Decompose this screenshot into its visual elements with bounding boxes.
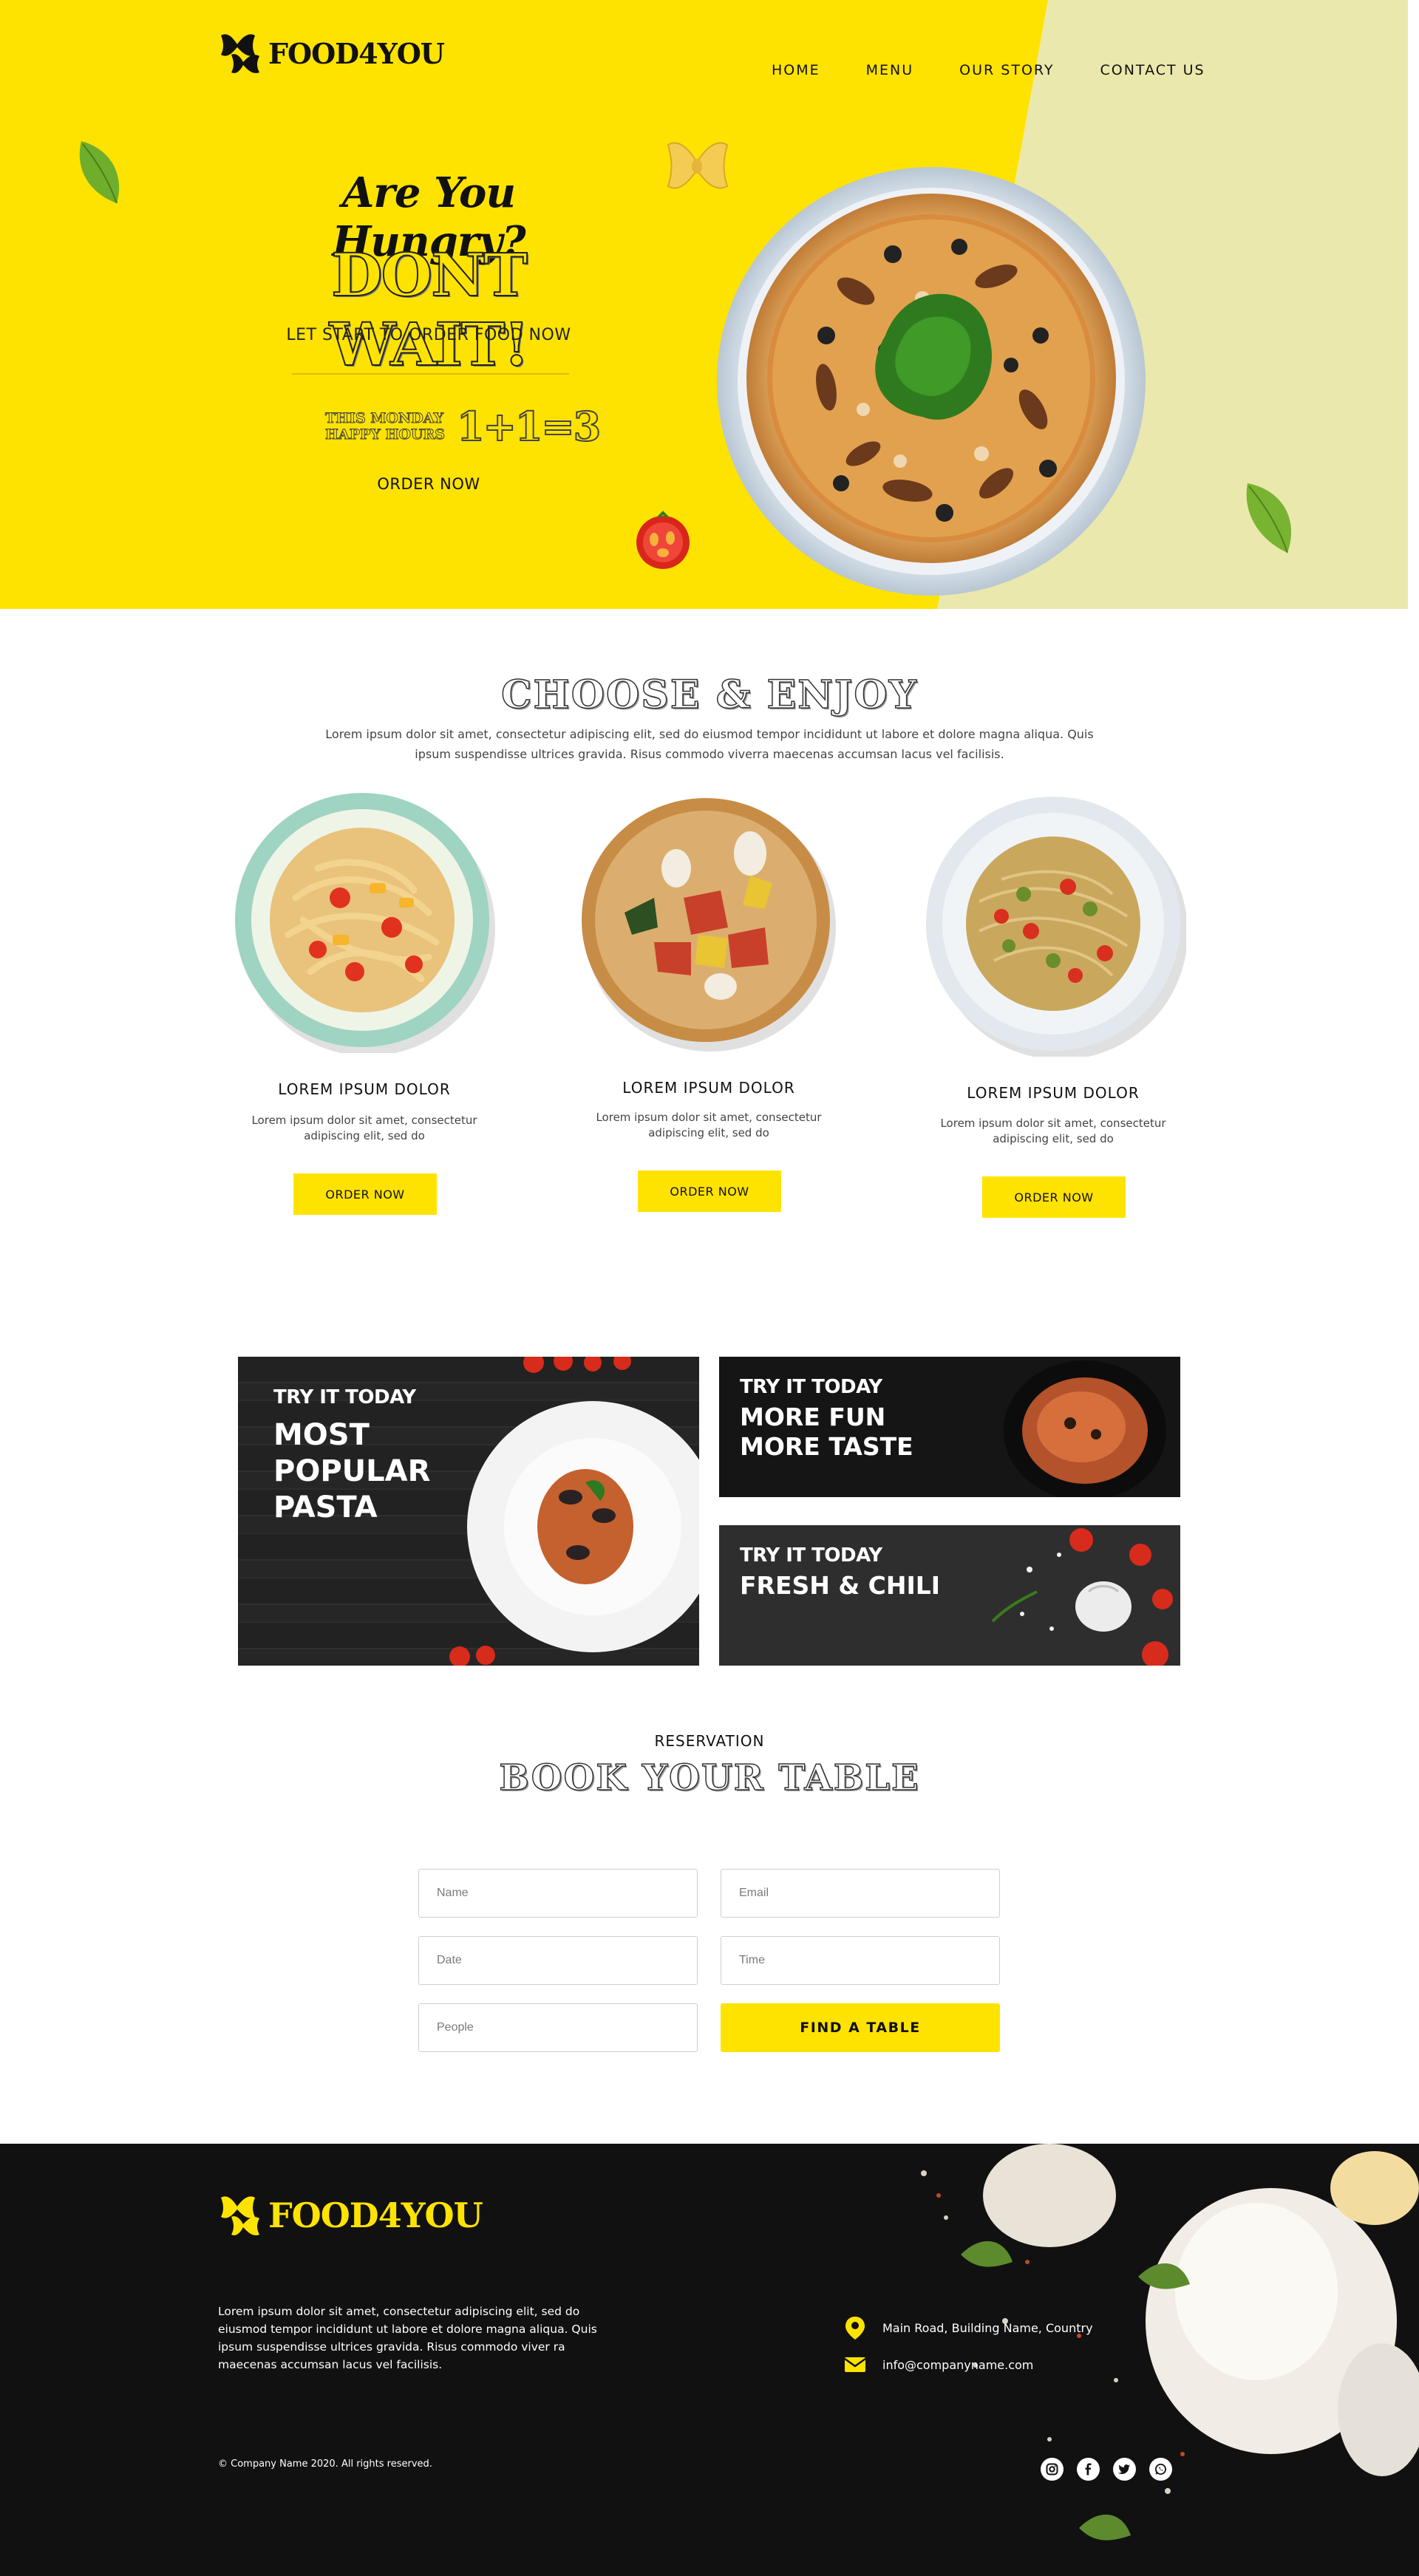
promo-line: POPULAR — [273, 1454, 431, 1488]
location-pin-icon — [845, 2317, 865, 2340]
facebook-icon[interactable] — [1077, 2458, 1100, 2481]
instagram-icon[interactable] — [1041, 2458, 1064, 2481]
promo-line: MOST — [273, 1418, 370, 1452]
nav-menu[interactable]: MENU — [866, 62, 914, 78]
time-field[interactable] — [721, 1936, 1000, 1985]
promo-headline: FRESH & CHILI — [740, 1571, 941, 1600]
main-nav: HOME MENU OUR STORY CONTACT US — [772, 62, 1205, 78]
garlic-tomatoes-image — [991, 1528, 1173, 1666]
promo-headline: MOST POPULAR PASTA — [273, 1417, 430, 1526]
dish-description: Lorem ipsum dolor sit amet, consectetur … — [596, 1111, 822, 1139]
promo-kicker: TRY IT TODAY — [273, 1386, 416, 1408]
dish-description: Lorem ipsum dolor sit amet, consectetur … — [940, 1117, 1166, 1145]
dish-title: LOREM IPSUM DOLOR — [278, 1080, 451, 1098]
promo-headline: MORE FUN MORE TASTE — [740, 1403, 913, 1462]
footer: FOOD4YOU Lorem ipsum dolor sit amet, con… — [0, 2144, 1419, 2576]
contact-address: Main Road, Building Name, Country — [844, 2315, 1093, 2340]
footer-description: Lorem ipsum dolor sit amet, consectetur … — [218, 2305, 597, 2371]
pizza-plate-image — [717, 167, 1146, 596]
contact-email[interactable]: info@companyname.com — [844, 2357, 1033, 2373]
promo-offer: 1+1=3 — [456, 402, 602, 451]
date-field[interactable] — [418, 1936, 698, 1985]
dish-order-now-button[interactable]: ORDER NOW — [982, 1176, 1126, 1218]
nav-home[interactable]: HOME — [772, 62, 820, 78]
envelope-icon — [844, 2357, 866, 2372]
hero-subtitle: LET START TO ORDER FOOD NOW — [286, 326, 571, 344]
promo-banner-more-fun[interactable]: TRY IT TODAY MORE FUN MORE TASTE — [719, 1357, 1180, 1497]
promo-kicker: TRY IT TODAY — [740, 1376, 882, 1398]
promo-banner-fresh-chili[interactable]: TRY IT TODAY FRESH & CHILI — [719, 1525, 1180, 1666]
email-field[interactable] — [721, 1869, 1000, 1918]
promo-banner-pasta[interactable]: TRY IT TODAY MOST POPULAR PASTA — [238, 1357, 699, 1666]
tomatoes-image — [449, 1646, 495, 1666]
promo-line: MORE FUN — [740, 1403, 886, 1431]
lasagna-pan-image — [1004, 1360, 1166, 1497]
happy-hours-promo: THIS MONDAY HAPPY HOURS 1+1=3 — [324, 402, 602, 451]
hero-section: FOOD4YOU HOME MENU OUR STORY CONTACT US … — [0, 0, 1408, 609]
find-table-button[interactable]: FIND A TABLE — [721, 2003, 1000, 2052]
choose-description: Lorem ipsum dolor sit amet, consectetur … — [325, 727, 1094, 761]
reservation-kicker: RESERVATION — [654, 1732, 765, 1750]
spaghetti-plate-image — [926, 797, 1186, 1057]
basil-leaf-icon — [1246, 483, 1292, 553]
reservation-title: BOOK YOUR TABLE — [499, 1756, 920, 1799]
bruschetta-image — [582, 798, 836, 1052]
pasta-dish-image — [467, 1401, 699, 1652]
address-text: Main Road, Building Name, Country — [882, 2320, 1093, 2335]
choose-title: CHOOSE & ENJOY — [500, 672, 918, 718]
tomato-slice-icon — [636, 511, 690, 569]
brand-name: FOOD4YOU — [268, 36, 445, 70]
farfalle-logo-icon — [221, 2196, 259, 2235]
footer-brand-logo[interactable]: FOOD4YOU — [218, 2192, 483, 2239]
dish-title: LOREM IPSUM DOLOR — [967, 1084, 1140, 1102]
nav-our-story[interactable]: OUR STORY — [959, 62, 1054, 78]
promo-kicker: TRY IT TODAY — [740, 1544, 882, 1567]
hero-order-now-button[interactable]: ORDER NOW — [325, 475, 532, 493]
dish-description: Lorem ipsum dolor sit amet, consectetur … — [251, 1114, 477, 1142]
promo-line-1: THIS MONDAY — [324, 410, 444, 427]
email-text: info@companyname.com — [882, 2357, 1034, 2372]
social-links — [1041, 2458, 1172, 2481]
promo-line: PASTA — [273, 1490, 378, 1524]
people-field[interactable] — [418, 2003, 698, 2052]
promo-line-2: HAPPY HOURS — [324, 426, 446, 443]
basil-leaf-icon — [79, 141, 120, 204]
happy-hours-label: THIS MONDAY HAPPY HOURS — [324, 410, 446, 443]
hero-divider — [292, 373, 569, 375]
twitter-icon[interactable] — [1113, 2458, 1136, 2481]
dish-order-now-button[interactable]: ORDER NOW — [638, 1171, 781, 1212]
hero-right-panel — [937, 0, 1408, 609]
brand-logo[interactable]: FOOD4YOU — [218, 30, 445, 77]
hero-title: DONT WAIT! — [329, 239, 531, 380]
tomatoes-image — [523, 1357, 631, 1373]
promo-line: MORE TASTE — [740, 1432, 913, 1461]
farfalle-logo-icon — [221, 34, 259, 73]
pasta-plate-image — [235, 793, 495, 1053]
whatsapp-icon[interactable] — [1149, 2458, 1172, 2481]
nav-contact-us[interactable]: CONTACT US — [1100, 62, 1205, 78]
footer-brand-name: FOOD4YOU — [268, 2195, 483, 2235]
name-field[interactable] — [418, 1869, 698, 1918]
dish-title: LOREM IPSUM DOLOR — [622, 1079, 795, 1097]
copyright: © Company Name 2020. All rights reserved… — [218, 2459, 432, 2470]
dish-order-now-button[interactable]: ORDER NOW — [293, 1173, 437, 1215]
